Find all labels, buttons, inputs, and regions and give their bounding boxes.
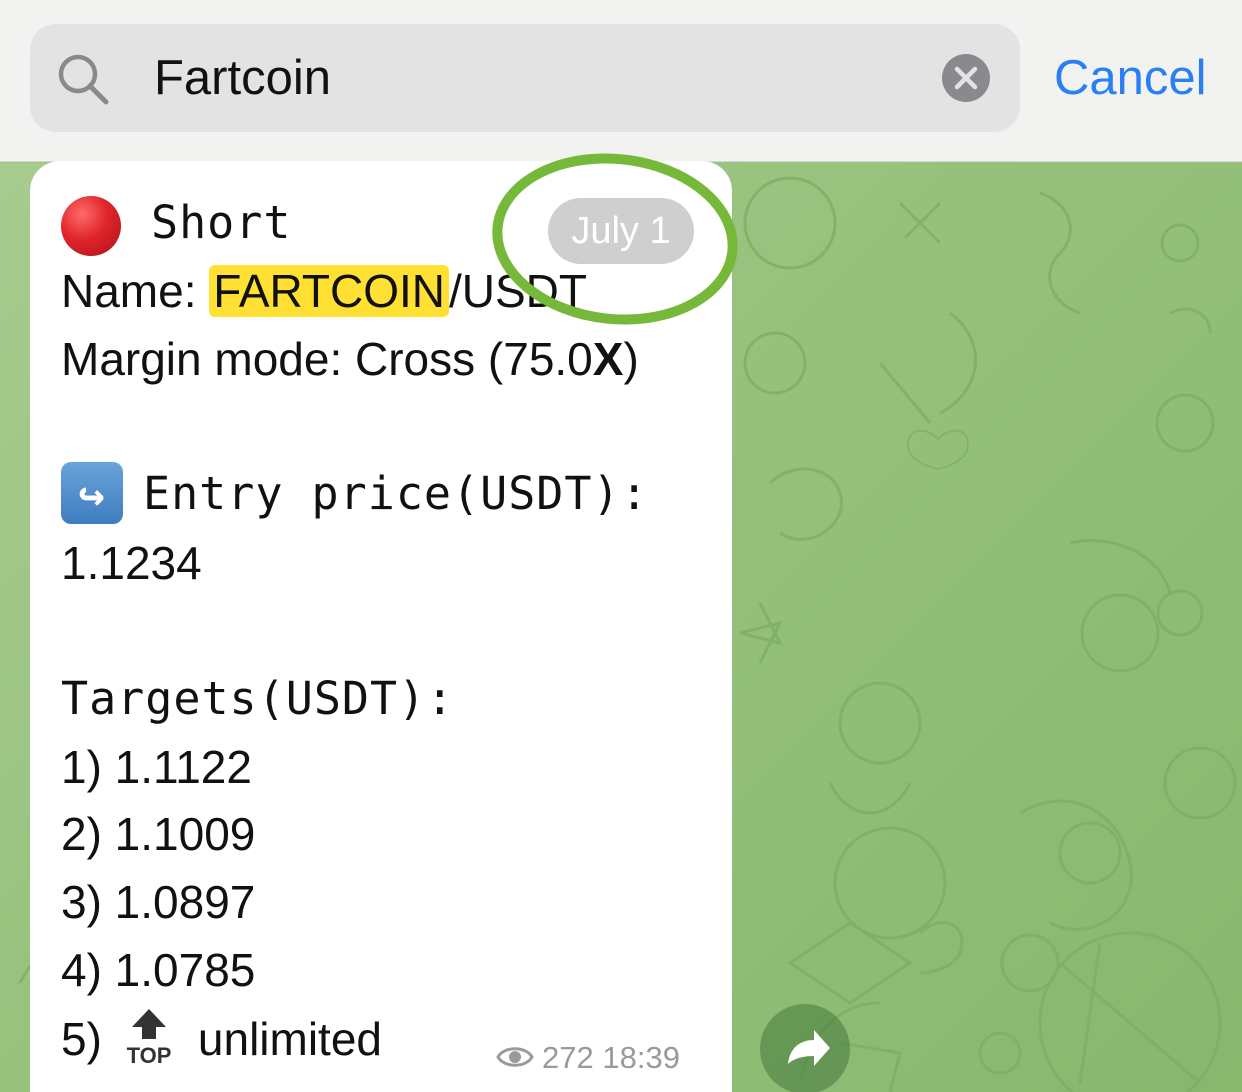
top-icon-text: TOP — [126, 1043, 171, 1067]
message-header-line: Short — [61, 191, 292, 256]
right-arrow-curving-left-icon: ↪ — [61, 462, 123, 524]
view-count: 272 — [542, 1040, 594, 1075]
search-highlight: FARTCOIN — [209, 265, 449, 317]
target-item: 1) 1.1122 — [61, 741, 252, 793]
signal-direction: Short — [151, 196, 292, 249]
target-item: 3) 1.0897 — [61, 876, 256, 928]
margin-x: X — [592, 333, 624, 385]
message-meta: 272 18:39 — [496, 1040, 680, 1076]
search-icon — [58, 54, 109, 105]
cancel-button[interactable]: Cancel — [1054, 48, 1207, 108]
target-item: 2) 1.1009 — [61, 808, 256, 860]
forward-button[interactable] — [760, 1004, 850, 1092]
highlight-circle-annotation — [492, 153, 738, 325]
entry-line: ↪ Entry price(USDT): — [61, 461, 649, 528]
eye-icon — [496, 1047, 534, 1067]
entry-value: 1.1234 — [61, 537, 202, 589]
target-number: 5) — [61, 1013, 102, 1065]
search-input[interactable]: Fartcoin — [154, 50, 331, 106]
message-time: 18:39 — [602, 1040, 680, 1075]
search-bar[interactable]: Fartcoin — [30, 24, 1020, 132]
margin-line: Margin mode: Cross (75.0X) — [61, 329, 639, 389]
top-arrow-icon: TOP — [126, 1008, 171, 1067]
margin-label: Margin mode: Cross (75.0 — [61, 333, 593, 385]
targets-label: Targets(USDT): — [61, 672, 455, 725]
name-label: Name: — [61, 265, 210, 317]
clear-search-icon[interactable] — [942, 54, 990, 102]
search-header: Fartcoin Cancel — [0, 0, 1242, 162]
red-circle-icon — [61, 196, 121, 256]
target-value: unlimited — [197, 1013, 382, 1065]
margin-suffix: ) — [623, 333, 639, 385]
target-item: 4) 1.0785 — [61, 944, 256, 996]
target-item-last: 5) TOP unlimited — [61, 1008, 382, 1073]
entry-label: Entry price(USDT): — [143, 467, 649, 520]
share-arrow-icon — [788, 1030, 830, 1066]
